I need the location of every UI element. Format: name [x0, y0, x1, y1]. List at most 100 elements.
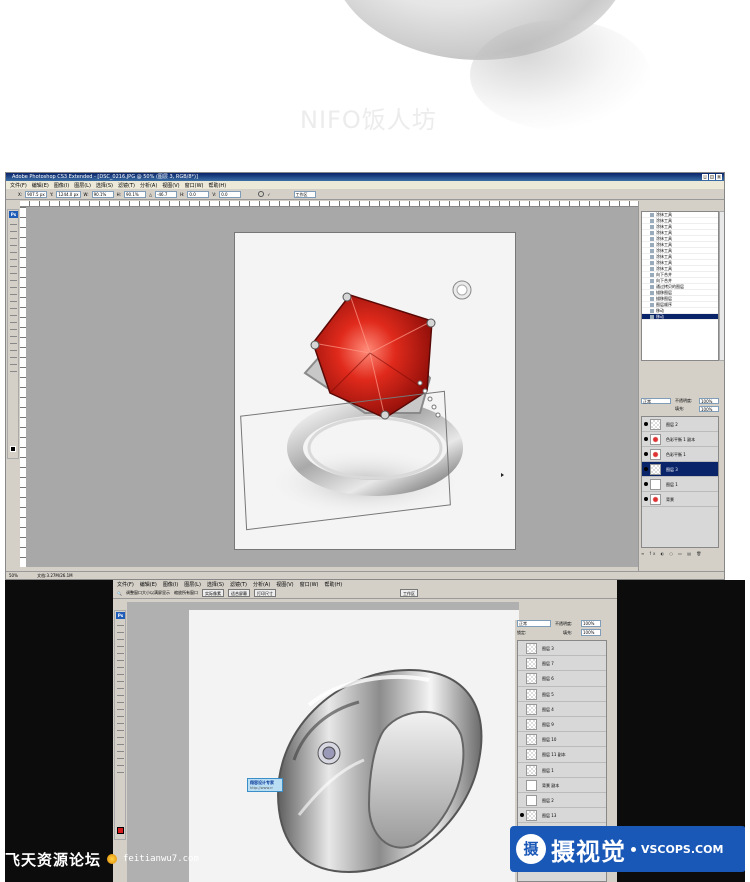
shape-tool-icon[interactable]	[117, 740, 124, 745]
brush-tool-icon[interactable]	[117, 670, 124, 675]
history-item-active[interactable]: 移动	[642, 314, 718, 320]
layer-row[interactable]: 背景	[642, 492, 718, 507]
visibility-eye-icon[interactable]	[644, 437, 648, 441]
menu-image[interactable]: 图像(I)	[54, 182, 69, 189]
crop-tool-icon[interactable]	[117, 649, 124, 654]
visibility-eye-icon[interactable]	[520, 813, 524, 818]
dodge-tool-icon[interactable]	[117, 712, 124, 717]
blend-mode-select[interactable]: 正常	[641, 398, 671, 404]
actual-pixels-button[interactable]: 实际像素	[201, 589, 224, 597]
layer-row[interactable]: 图层 1	[642, 477, 718, 492]
layer-row-active[interactable]: 图层 3	[642, 462, 718, 477]
document-canvas[interactable]	[234, 232, 516, 550]
print-size-button[interactable]: 打印尺寸	[253, 589, 276, 597]
close-icon[interactable]: ×	[716, 174, 722, 180]
history-brush-tool-icon[interactable]	[117, 684, 124, 689]
magic-wand-tool-icon[interactable]	[117, 642, 124, 647]
menu-analysis[interactable]: 分析(A)	[253, 581, 270, 588]
fill-field[interactable]: 100%	[699, 406, 719, 412]
layer-row[interactable]: 图层 11 副本	[518, 747, 606, 763]
opacity-field[interactable]: 100%	[581, 620, 601, 627]
menu-file[interactable]: 文件(F)	[10, 182, 27, 189]
blur-tool-icon[interactable]	[117, 705, 124, 710]
lasso-tool-icon[interactable]	[117, 635, 124, 640]
workspace-button[interactable]: 工作区	[399, 589, 418, 597]
layer-row[interactable]: 图层 2	[518, 793, 606, 809]
menu-edit[interactable]: 编辑(E)	[32, 182, 49, 189]
layer-row[interactable]: 色彩平衡 1	[642, 447, 718, 462]
zoom-tool-icon[interactable]	[117, 768, 124, 773]
notes-tool-icon[interactable]	[117, 747, 124, 752]
hand-tool-icon[interactable]	[117, 761, 124, 766]
menu-view[interactable]: 视图(V)	[276, 581, 293, 588]
zoom-level[interactable]: 50%	[9, 573, 18, 578]
magic-wand-tool-icon[interactable]	[10, 241, 17, 246]
clone-stamp-tool-icon[interactable]	[10, 276, 17, 281]
maximize-icon[interactable]: □	[709, 174, 715, 180]
menu-window[interactable]: 窗口(W)	[300, 581, 319, 588]
clone-stamp-tool-icon[interactable]	[117, 677, 124, 682]
healing-brush-tool-icon[interactable]	[10, 262, 17, 267]
layer-row[interactable]: 图层 4	[518, 702, 606, 717]
layer-row[interactable]: 图层 5	[518, 687, 606, 702]
menu-help[interactable]: 帮助(H)	[324, 581, 342, 588]
layers-footer-icons[interactable]: ∞ fx ◐ ○ ▭ ▤ 🗑	[641, 551, 719, 557]
x-field[interactable]: 907.5 px	[25, 190, 48, 198]
history-brush-tool-icon[interactable]	[10, 283, 17, 288]
hand-tool-icon[interactable]	[10, 360, 17, 365]
fill-field[interactable]: 100%	[581, 629, 601, 636]
w-field[interactable]: 90.1%	[91, 190, 114, 198]
layer-row[interactable]: 图层 2	[642, 417, 718, 432]
slice-tool-icon[interactable]	[10, 255, 17, 260]
menu-view[interactable]: 视图(V)	[162, 182, 179, 189]
menu-window[interactable]: 窗口(W)	[185, 182, 204, 189]
zoom-tool-icon[interactable]	[10, 367, 17, 372]
resize-windows-checkbox[interactable]: 调整窗口大小以满屏显示	[126, 590, 170, 596]
foreground-color-swatch[interactable]	[10, 446, 16, 452]
visibility-eye-icon[interactable]	[644, 482, 648, 486]
marquee-tool-icon[interactable]	[10, 227, 17, 232]
eyedropper-tool-icon[interactable]	[117, 754, 124, 759]
visibility-eye-icon[interactable]	[644, 497, 648, 501]
eyedropper-tool-icon[interactable]	[10, 353, 17, 358]
layer-row[interactable]: 背景 副本	[518, 778, 606, 793]
menu-image[interactable]: 图像(I)	[163, 581, 178, 588]
marquee-tool-icon[interactable]	[117, 628, 124, 633]
layer-row[interactable]: 图层 10	[518, 732, 606, 748]
layer-row[interactable]: 图层 1	[518, 763, 606, 778]
opacity-field[interactable]: 100%	[699, 398, 719, 404]
layer-row[interactable]: 图层 3	[518, 641, 606, 657]
menu-edit[interactable]: 编辑(E)	[140, 581, 157, 588]
type-tool-icon[interactable]	[117, 726, 124, 731]
hskew-field[interactable]: 0.0	[187, 190, 210, 198]
foreground-color-swatch[interactable]	[117, 827, 124, 834]
layer-row[interactable]: 图层 9	[518, 717, 606, 733]
angle-field[interactable]: -46.7	[155, 190, 178, 198]
h-field[interactable]: 90.1%	[123, 190, 146, 198]
slice-tool-icon[interactable]	[117, 656, 124, 661]
path-selection-tool-icon[interactable]	[10, 332, 17, 337]
layer-row[interactable]: 图层 13	[518, 808, 606, 824]
move-tool-icon[interactable]	[10, 220, 17, 225]
layer-row[interactable]: 色彩平衡 1 副本	[642, 432, 718, 447]
pen-tool-icon[interactable]	[10, 318, 17, 323]
y-field[interactable]: 1244.0 px	[56, 190, 81, 198]
blend-mode-select[interactable]: 正常	[517, 620, 551, 627]
minimize-icon[interactable]: _	[702, 174, 708, 180]
vskew-field[interactable]: 0.0	[219, 190, 242, 198]
blur-tool-icon[interactable]	[10, 304, 17, 309]
path-selection-tool-icon[interactable]	[117, 733, 124, 738]
menu-file[interactable]: 文件(F)	[117, 581, 134, 588]
pen-tool-icon[interactable]	[117, 719, 124, 724]
layer-row[interactable]: 图层 6	[518, 671, 606, 687]
zoom-tool-option-icon[interactable]: 🔍	[117, 591, 122, 596]
visibility-eye-icon[interactable]	[644, 422, 648, 426]
menu-select[interactable]: 选择(S)	[207, 581, 224, 588]
fit-screen-button[interactable]: 适合屏幕	[227, 589, 250, 597]
menu-filter[interactable]: 滤镜(T)	[230, 581, 247, 588]
dodge-tool-icon[interactable]	[10, 311, 17, 316]
healing-brush-tool-icon[interactable]	[117, 663, 124, 668]
document-canvas-2[interactable]: 翔容设计专家 http://www.rr	[189, 610, 519, 882]
menu-select[interactable]: 选择(S)	[96, 182, 113, 189]
gradient-tool-icon[interactable]	[10, 297, 17, 302]
